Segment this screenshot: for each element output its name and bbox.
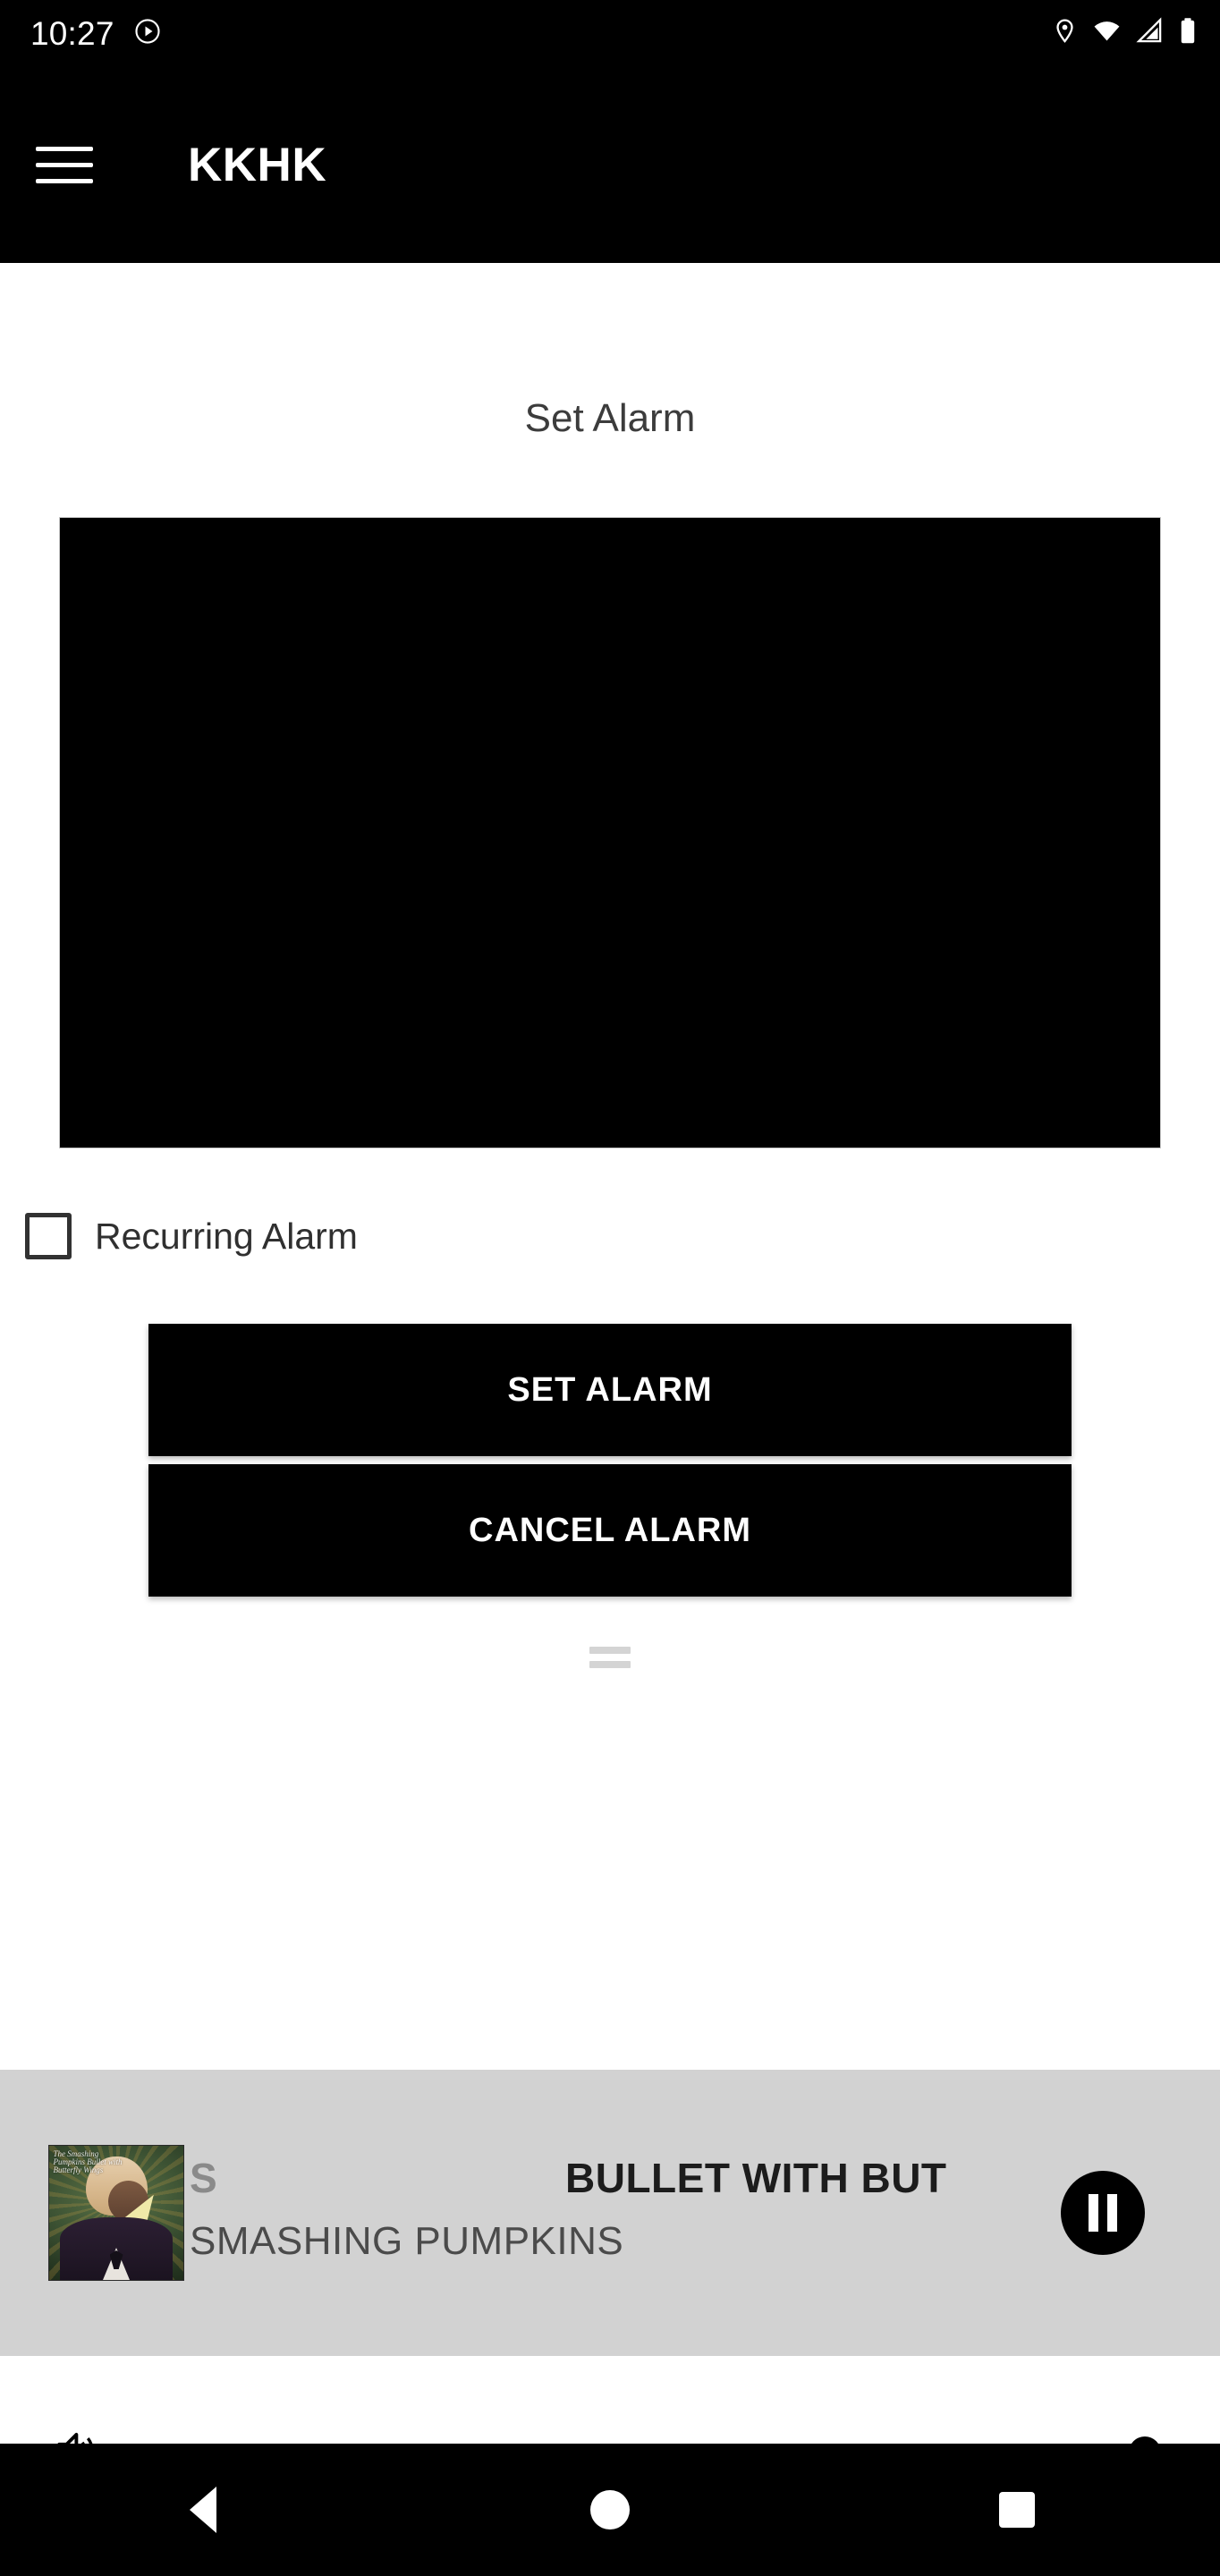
now-playing-artist: SMASHING PUMPKINS bbox=[190, 2219, 624, 2263]
now-playing-text: S BULLET WITH BUT SMASHING PUMPKINS bbox=[190, 2145, 1061, 2281]
status-bar-clock: 10:27 bbox=[30, 14, 114, 52]
location-pin-icon bbox=[1052, 18, 1078, 48]
main-content: Set Alarm Recurring Alarm SET ALARM CANC… bbox=[0, 263, 1220, 2576]
phone-screen: 10:27 KKHK Set Alarm Recurring Alarm SET… bbox=[0, 0, 1220, 2576]
pause-bar bbox=[1107, 2194, 1117, 2232]
hamburger-bar bbox=[36, 178, 93, 183]
battery-icon bbox=[1179, 17, 1197, 49]
now-playing-bar[interactable]: The Smashing Pumpkins Bullet with Butter… bbox=[0, 2070, 1220, 2356]
back-triangle-icon[interactable] bbox=[149, 2456, 257, 2563]
back-triangle-glyph bbox=[190, 2487, 217, 2533]
recurring-alarm-checkbox[interactable] bbox=[25, 1213, 72, 1259]
play-circle-icon bbox=[134, 18, 161, 49]
album-art: The Smashing Pumpkins Bullet with Butter… bbox=[48, 2145, 184, 2281]
drag-handle-bar bbox=[589, 1661, 631, 1668]
recents-square-glyph bbox=[998, 2492, 1035, 2528]
alarm-buttons: SET ALARM CANCEL ALARM bbox=[0, 1324, 1220, 1597]
page-title: Set Alarm bbox=[524, 396, 696, 440]
pause-bar bbox=[1089, 2194, 1098, 2232]
set-alarm-button[interactable]: SET ALARM bbox=[148, 1324, 1072, 1456]
status-bar-left: 10:27 bbox=[30, 17, 161, 50]
hamburger-menu-icon[interactable] bbox=[36, 135, 95, 194]
system-navigation-bar bbox=[0, 2444, 1220, 2576]
cell-signal-icon bbox=[1136, 17, 1164, 49]
cancel-alarm-button[interactable]: CANCEL ALARM bbox=[148, 1464, 1072, 1597]
now-playing-title-scroll-remnant: S bbox=[190, 2155, 218, 2201]
now-playing-title: BULLET WITH BUT bbox=[565, 2155, 947, 2201]
home-circle-icon[interactable] bbox=[556, 2456, 664, 2563]
status-bar-right bbox=[1052, 17, 1197, 49]
recents-square-icon[interactable] bbox=[963, 2456, 1071, 2563]
player-drag-handle[interactable] bbox=[589, 1647, 631, 1668]
hamburger-bar bbox=[36, 162, 93, 167]
hamburger-bar bbox=[36, 146, 93, 151]
app-title: KKHK bbox=[188, 138, 327, 191]
app-bar: KKHK bbox=[0, 66, 1220, 263]
album-art-caption: The Smashing Pumpkins Bullet with Butter… bbox=[53, 2148, 123, 2175]
pause-icon[interactable] bbox=[1061, 2171, 1145, 2255]
home-circle-glyph bbox=[589, 2490, 630, 2529]
recurring-alarm-label: Recurring Alarm bbox=[95, 1215, 358, 1257]
recurring-alarm-row[interactable]: Recurring Alarm bbox=[0, 1213, 1220, 1259]
drag-handle-bar bbox=[589, 1647, 631, 1654]
time-picker-panel[interactable] bbox=[59, 517, 1161, 1148]
wifi-icon bbox=[1093, 17, 1121, 49]
status-bar: 10:27 bbox=[0, 0, 1220, 66]
now-playing-title-marquee: S BULLET WITH BUT bbox=[190, 2154, 1061, 2206]
